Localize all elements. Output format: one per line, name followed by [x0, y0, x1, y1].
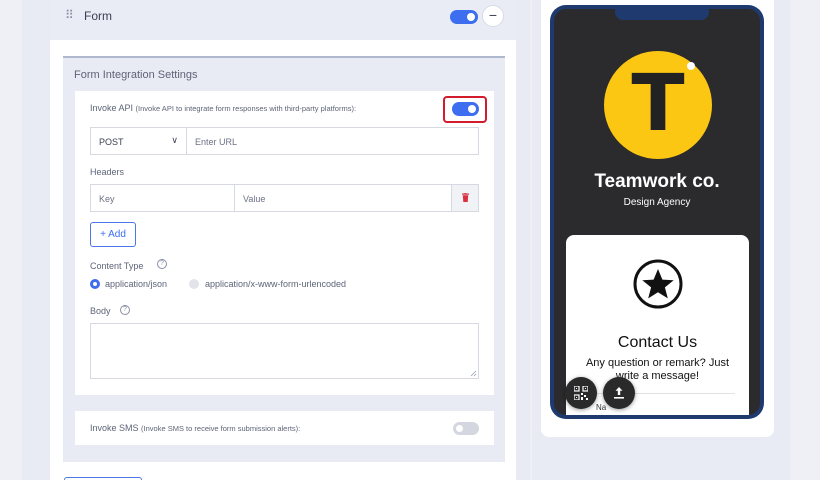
- contact-title: Contact Us: [617, 334, 698, 351]
- company-name: Teamwork co.: [594, 171, 720, 192]
- header-value-input[interactable]: Value: [234, 184, 452, 212]
- integration-settings-title: Form Integration Settings: [74, 69, 198, 81]
- radio-json-label: application/json: [105, 279, 168, 289]
- logo-letter: T: [631, 59, 685, 149]
- star-icon: [633, 259, 683, 309]
- form-section-header[interactable]: [50, 0, 516, 40]
- phone-screen: T Teamwork co. Design Agency Contact Us …: [554, 9, 760, 415]
- radio-json[interactable]: [90, 279, 100, 289]
- qr-code-button[interactable]: [565, 377, 597, 409]
- resize-grip-icon[interactable]: [470, 370, 477, 377]
- radio-urlencoded-label: application/x-www-form-urlencoded: [205, 279, 347, 289]
- content-type-label: Content Type: [90, 261, 144, 271]
- header-key-input[interactable]: Key: [90, 184, 235, 212]
- share-button[interactable]: [603, 377, 635, 409]
- name-field-label: Na: [596, 403, 607, 412]
- url-input[interactable]: Enter URL: [186, 127, 479, 155]
- radio-urlencoded[interactable]: [189, 279, 199, 289]
- company-tagline: Design Agency: [623, 197, 691, 208]
- http-method-value: POST: [99, 137, 124, 147]
- contact-description: Any question or remark? Just write a mes…: [585, 357, 730, 382]
- help-icon[interactable]: ?: [157, 259, 167, 269]
- invoke-sms-toggle[interactable]: [453, 422, 479, 435]
- phone-frame: T Teamwork co. Design Agency Contact Us …: [550, 5, 764, 419]
- add-header-button[interactable]: + Add: [90, 222, 136, 247]
- body-label: Body: [90, 306, 111, 316]
- phone-notch: [615, 9, 709, 20]
- form-section-title: Form: [84, 9, 112, 23]
- body-textarea[interactable]: [90, 323, 479, 379]
- trash-icon: [462, 193, 469, 202]
- collapse-button[interactable]: −: [482, 5, 504, 27]
- http-method-select[interactable]: POST ∨: [90, 127, 187, 155]
- invoke-api-toggle[interactable]: [452, 102, 479, 116]
- share-upload-icon: [614, 387, 624, 399]
- delete-header-button[interactable]: [451, 184, 479, 212]
- qr-code-icon: [574, 386, 588, 400]
- form-section-toggle[interactable]: [450, 10, 478, 24]
- drag-handle-icon[interactable]: ⠿: [65, 9, 74, 21]
- company-logo: T: [604, 51, 712, 159]
- chevron-down-icon: ∨: [171, 135, 178, 145]
- logo-dot: [687, 62, 695, 70]
- invoke-api-label: Invoke API (Invoke API to integrate form…: [90, 103, 357, 113]
- help-icon[interactable]: ?: [120, 305, 130, 315]
- headers-label: Headers: [90, 167, 125, 177]
- invoke-sms-label: Invoke SMS (Invoke SMS to receive form s…: [90, 423, 301, 433]
